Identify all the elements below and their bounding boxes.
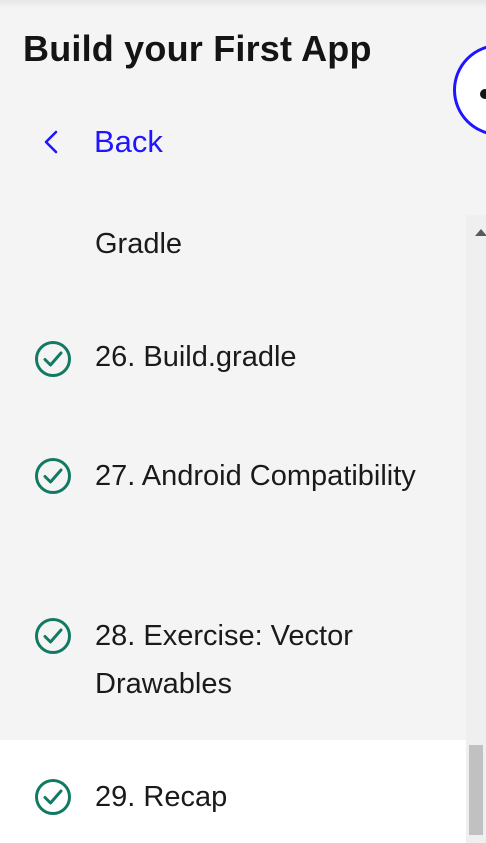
lesson-item-29[interactable]: 29. Recap: [0, 740, 466, 843]
back-label: Back: [94, 124, 163, 159]
lesson-label: Gradle: [95, 228, 183, 260]
lesson-label: 26. Build.gradle: [95, 341, 297, 373]
lesson-item-26[interactable]: 26. Build.gradle: [0, 325, 466, 440]
toggle-sidebar-button[interactable]: [453, 44, 486, 136]
scrollbar[interactable]: [466, 215, 486, 843]
lesson-item-gradle[interactable]: Gradle: [0, 215, 466, 325]
lesson-item-28[interactable]: 28. Exercise: Vector Drawables: [0, 600, 466, 740]
back-button[interactable]: Back: [40, 122, 163, 162]
lesson-sidebar: Build your First App Back Gradle 26. Bui…: [0, 0, 486, 843]
check-circle-icon: [35, 779, 71, 815]
scroll-up-arrow-icon[interactable]: [475, 229, 486, 236]
lesson-item-27[interactable]: 27. Android Compatibility: [0, 440, 466, 600]
check-circle-icon: [35, 341, 71, 377]
chevron-left-icon: [44, 130, 58, 154]
check-circle-icon: [35, 458, 71, 494]
check-circle-icon: [35, 618, 71, 654]
page-title: Build your First App: [23, 28, 372, 69]
top-shadow: [0, 0, 486, 8]
scrollbar-thumb[interactable]: [469, 745, 483, 835]
lesson-label: 27. Android Compatibility: [95, 460, 416, 492]
toggle-icon: [480, 89, 486, 99]
lesson-label: 28. Exercise: Vector Drawables: [95, 620, 353, 700]
lesson-label: 29. Recap: [95, 781, 228, 813]
lesson-list: Gradle 26. Build.gradle 27. Android Comp…: [0, 215, 466, 843]
